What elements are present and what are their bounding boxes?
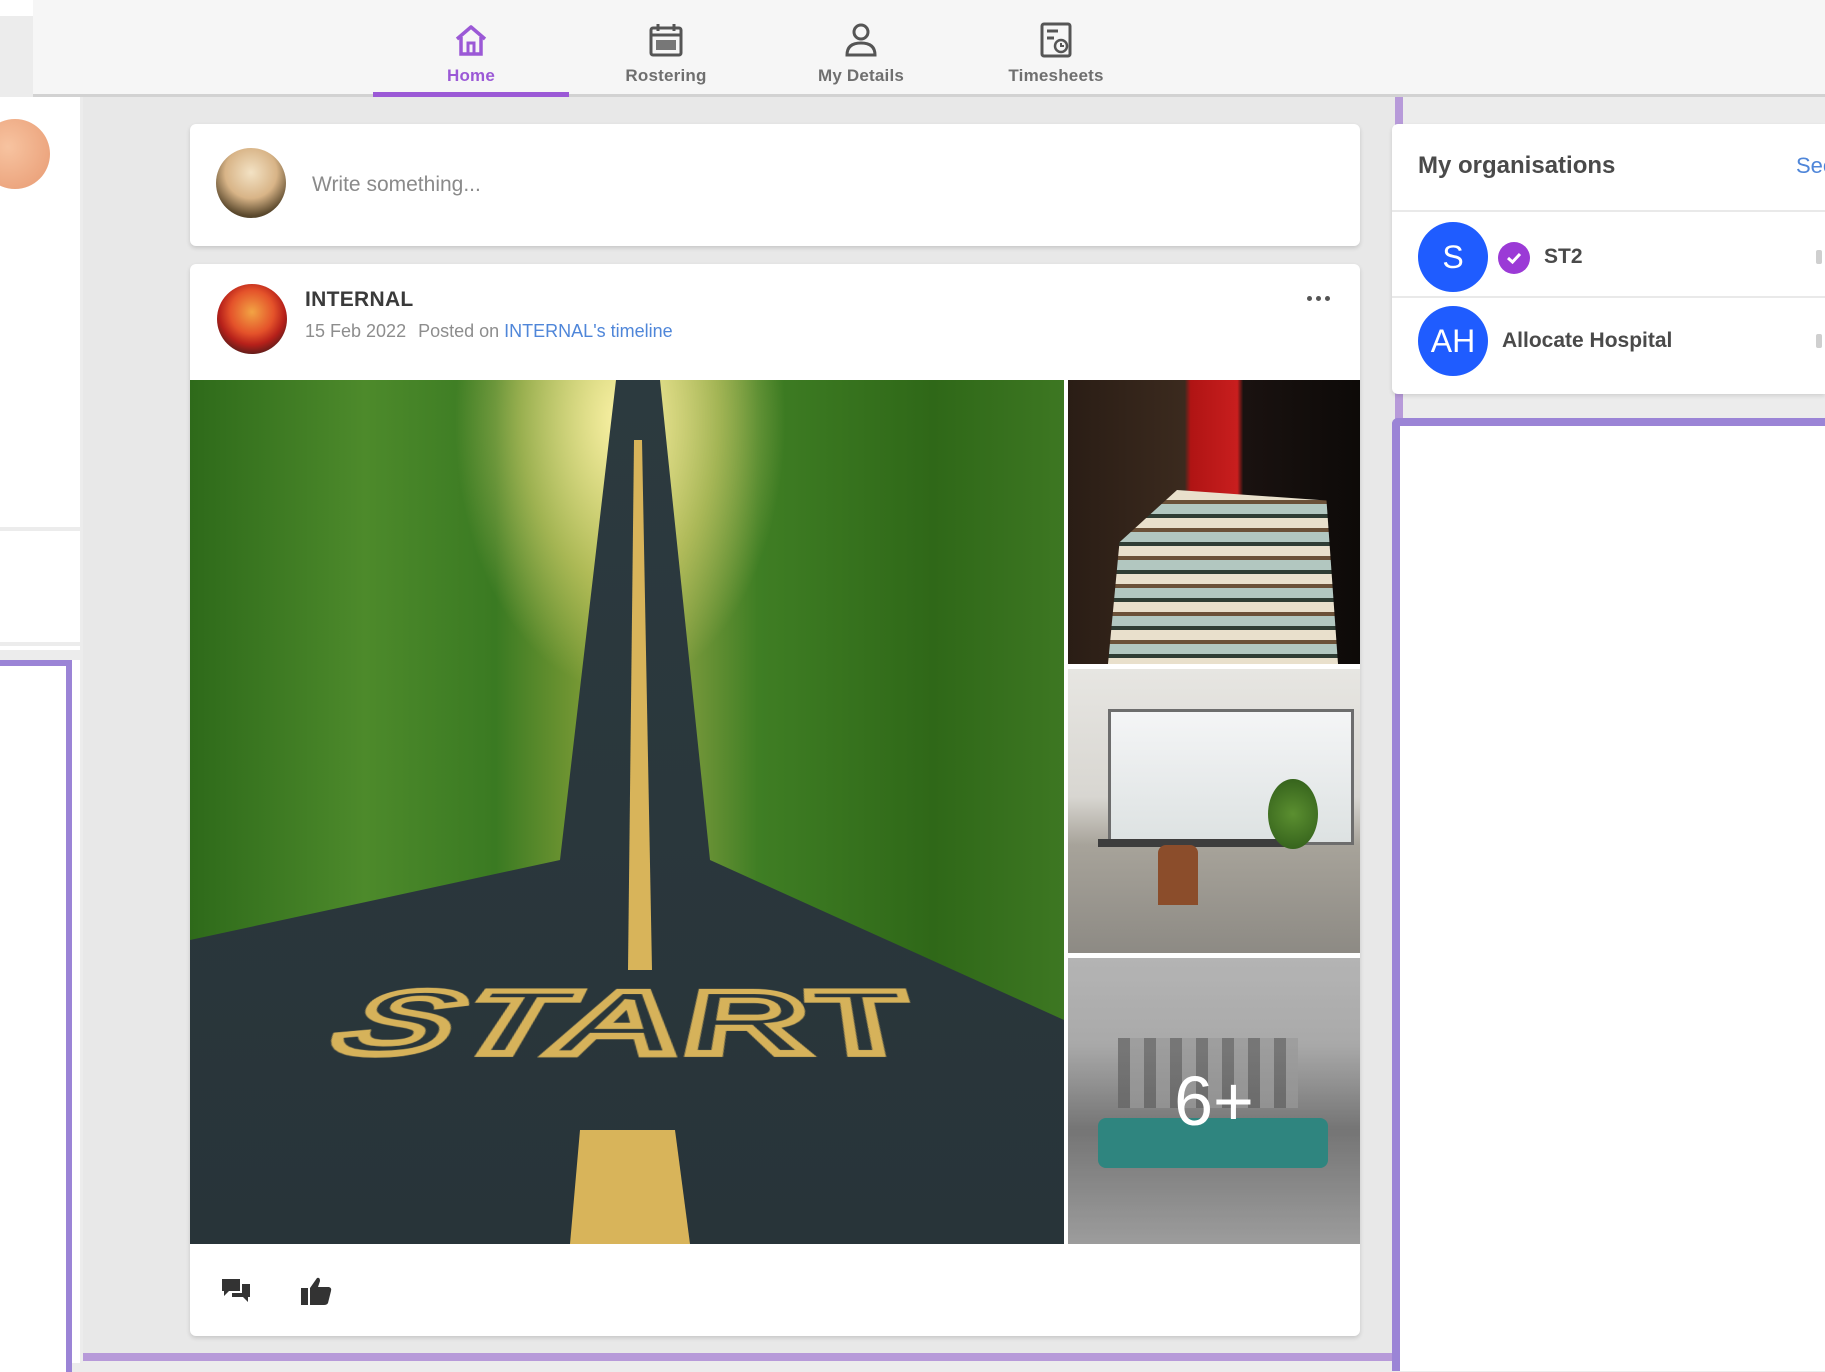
posted-on-label: Posted on [418, 321, 499, 341]
right-panel [1392, 418, 1825, 1371]
top-navigation: Home Rostering My Details Timesheets [33, 0, 1825, 97]
books-image[interactable] [1068, 380, 1360, 664]
living-room-image[interactable]: 6+ [1068, 958, 1360, 1244]
chevron-right-icon [1816, 334, 1822, 348]
plant [1268, 779, 1318, 849]
post-card: INTERNAL 15 Feb 2022 Posted on INTERNAL's… [190, 264, 1360, 1336]
divider [0, 650, 80, 660]
post-actions [190, 1244, 1360, 1336]
org-avatar: S [1418, 222, 1488, 292]
tab-my-details-label: My Details [818, 66, 904, 86]
avatar [0, 119, 50, 189]
post-meta: 15 Feb 2022 Posted on INTERNAL's timeline [305, 321, 673, 342]
tab-home-label: Home [447, 66, 495, 86]
timesheet-icon [1036, 20, 1076, 60]
tab-my-details[interactable]: My Details [763, 0, 959, 94]
compose-post-input[interactable] [310, 164, 1334, 206]
organisation-item[interactable]: AH Allocate Hospital [1392, 298, 1825, 378]
org-name: ST2 [1544, 245, 1583, 269]
tab-rostering-label: Rostering [625, 66, 706, 86]
more-options-icon[interactable] [1298, 286, 1338, 310]
divider [0, 642, 80, 646]
home-icon [451, 20, 491, 60]
organisations-card: My organisations See all S ST2 AH Alloca… [1392, 124, 1825, 394]
person-icon [841, 20, 881, 60]
office-image[interactable] [1068, 669, 1360, 953]
comment-icon[interactable] [218, 1274, 254, 1308]
chevron-right-icon [1816, 250, 1822, 264]
road-start-image[interactable]: START [190, 380, 1064, 1244]
divider [1392, 210, 1825, 212]
calendar-icon [646, 20, 686, 60]
tab-home[interactable]: Home [373, 0, 569, 94]
divider [0, 527, 80, 531]
window [1108, 709, 1354, 845]
author-avatar[interactable] [217, 284, 287, 354]
more-images-overlay[interactable]: 6+ [1068, 958, 1360, 1244]
chair [1158, 845, 1198, 905]
desk [1098, 839, 1298, 847]
post-composer [190, 124, 1360, 246]
thumbs-up-icon[interactable] [298, 1274, 334, 1308]
avatar [216, 148, 286, 218]
left-panel [0, 660, 72, 1372]
post-author[interactable]: INTERNAL [305, 288, 414, 312]
tab-timesheets-label: Timesheets [1008, 66, 1103, 86]
start-road-marking: START [190, 974, 1064, 1079]
organisations-title: My organisations [1418, 152, 1615, 180]
post-date: 15 Feb 2022 [305, 321, 406, 341]
verified-badge-icon [1498, 242, 1530, 274]
timeline-link[interactable]: INTERNAL's timeline [504, 321, 672, 341]
road [190, 380, 1064, 1244]
post-gallery: START 6+ [190, 380, 1360, 1244]
more-images-count: 6+ [1174, 1061, 1254, 1141]
books-stack [1108, 490, 1338, 664]
tab-rostering[interactable]: Rostering [568, 0, 764, 94]
see-all-link[interactable]: See all [1796, 153, 1825, 179]
tab-timesheets[interactable]: Timesheets [958, 0, 1154, 94]
org-name: Allocate Hospital [1502, 329, 1672, 353]
organisation-item[interactable]: S ST2 [1392, 214, 1825, 294]
org-avatar: AH [1418, 306, 1488, 376]
